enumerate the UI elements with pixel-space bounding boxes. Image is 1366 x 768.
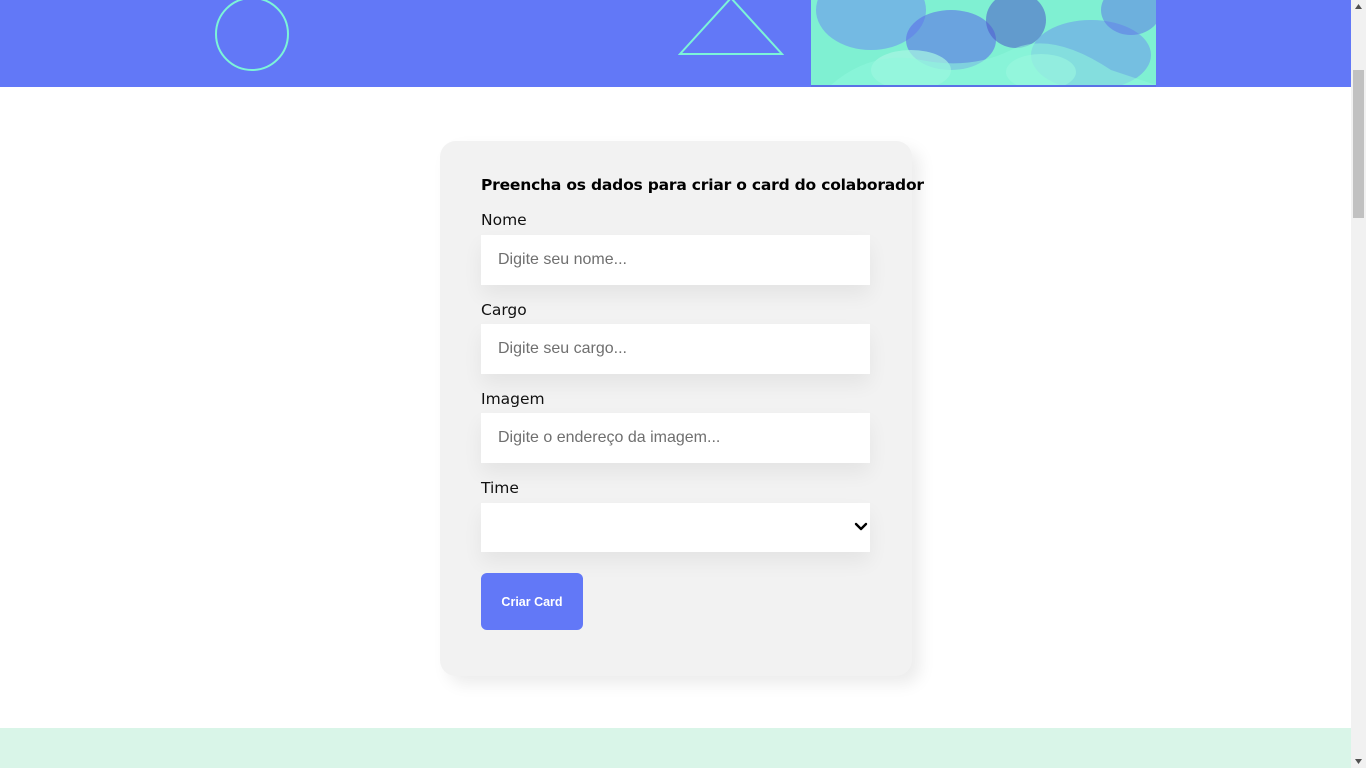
page: Preencha os dados para criar o card do c… (0, 0, 1351, 768)
collaborator-form: Preencha os dados para criar o card do c… (440, 141, 924, 676)
create-card-button[interactable]: Criar Card (481, 573, 583, 630)
scrollbar-thumb[interactable] (1353, 70, 1364, 218)
form-title: Preencha os dados para criar o card do c… (481, 176, 924, 194)
vertical-scrollbar[interactable] (1351, 0, 1366, 768)
chevron-down-icon (854, 522, 868, 531)
imagem-label: Imagem (481, 390, 545, 408)
time-label: Time (481, 479, 519, 497)
time-select[interactable] (481, 503, 870, 552)
imagem-input[interactable] (481, 413, 870, 463)
browser-viewport: Preencha os dados para criar o card do c… (0, 0, 1366, 768)
scroll-up-arrow-icon[interactable] (1351, 0, 1366, 14)
nome-label: Nome (481, 211, 527, 229)
banner-image (811, 0, 1156, 85)
header-banner (0, 0, 1351, 87)
circle-decoration-icon (215, 0, 289, 71)
nome-input[interactable] (481, 235, 870, 285)
cargo-label: Cargo (481, 301, 527, 319)
cargo-input[interactable] (481, 324, 870, 374)
triangle-decoration-icon (678, 0, 784, 55)
team-section-band (0, 728, 1351, 768)
banner-underline (811, 85, 1156, 87)
scroll-down-arrow-icon[interactable] (1351, 754, 1366, 768)
